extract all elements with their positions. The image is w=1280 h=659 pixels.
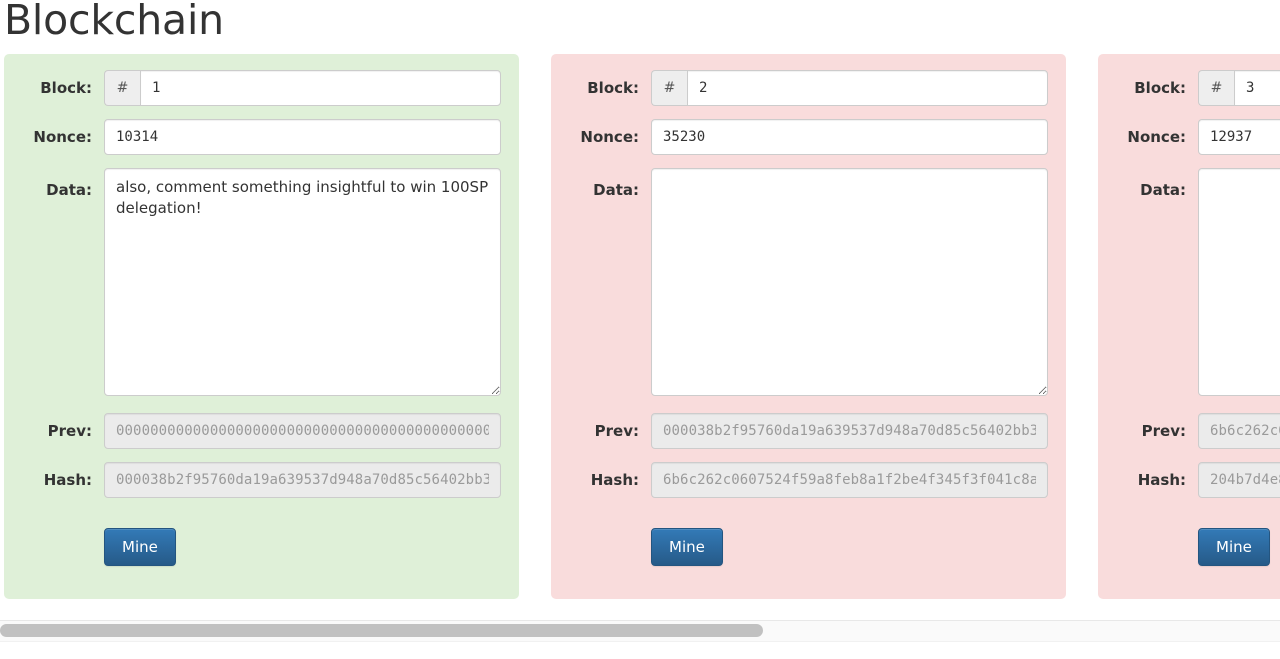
prev-hash-input[interactable]	[651, 413, 1048, 449]
data-textarea[interactable]	[651, 168, 1048, 396]
block-number-input-group: #	[1198, 70, 1280, 106]
prev-row: Prev:	[22, 413, 501, 449]
prev-label: Prev:	[1141, 422, 1186, 440]
block-number-input[interactable]	[687, 70, 1048, 106]
mine-row: Mine	[22, 511, 501, 566]
data-control	[1198, 168, 1280, 400]
hash-label: Hash:	[590, 471, 639, 489]
hash-sign-icon: #	[104, 70, 140, 106]
block-number-input-group: #	[651, 70, 1048, 106]
hash-row: Hash:	[1116, 462, 1280, 498]
mine-row: Mine	[1116, 511, 1280, 566]
hash-label: Hash:	[43, 471, 92, 489]
hash-control	[1198, 462, 1280, 498]
data-textarea[interactable]: also, comment something insightful to wi…	[104, 168, 501, 396]
data-row: Data: also, comment something insightful…	[22, 168, 501, 400]
chain-scroll-viewport: Block: # Nonce: Data:	[0, 54, 1280, 603]
mine-button[interactable]: Mine	[651, 528, 723, 566]
nonce-row: Nonce:	[1116, 119, 1280, 155]
hash-input[interactable]	[1198, 462, 1280, 498]
prev-label: Prev:	[594, 422, 639, 440]
nonce-input[interactable]	[104, 119, 501, 155]
data-textarea[interactable]	[1198, 168, 1280, 396]
prev-row: Prev:	[1116, 413, 1280, 449]
data-control	[651, 168, 1048, 400]
data-row: Data:	[569, 168, 1048, 400]
nonce-row: Nonce:	[22, 119, 501, 155]
data-row: Data:	[1116, 168, 1280, 400]
nonce-label: Nonce:	[580, 128, 639, 146]
mine-button[interactable]: Mine	[1198, 528, 1270, 566]
data-label: Data:	[593, 181, 639, 199]
nonce-label: Nonce:	[33, 128, 92, 146]
prev-control	[1198, 413, 1280, 449]
block-number-row: Block: #	[22, 70, 501, 106]
data-label: Data:	[46, 181, 92, 199]
horizontal-scrollbar-thumb[interactable]	[0, 624, 763, 637]
hash-row: Hash:	[569, 462, 1048, 498]
nonce-control	[651, 119, 1048, 155]
mine-spacer	[22, 511, 104, 519]
prev-hash-input[interactable]	[104, 413, 501, 449]
block-card: Block: # Nonce: Data:	[4, 54, 519, 599]
block-number-row: Block: #	[1116, 70, 1280, 106]
blockchain-page: Blockchain Block: # Nonce:	[0, 0, 1280, 659]
block-card: Block: # Nonce: Data:	[551, 54, 1066, 599]
prev-control	[104, 413, 501, 449]
prev-label: Prev:	[47, 422, 92, 440]
hash-sign-icon: #	[1198, 70, 1234, 106]
hash-row: Hash:	[22, 462, 501, 498]
mine-spacer	[1116, 511, 1198, 519]
mine-control: Mine	[104, 511, 501, 566]
hash-sign-icon: #	[651, 70, 687, 106]
hash-label: Hash:	[1137, 471, 1186, 489]
horizontal-scrollbar[interactable]	[0, 620, 1280, 642]
nonce-row: Nonce:	[569, 119, 1048, 155]
block-number-row: Block: #	[569, 70, 1048, 106]
block-number-input[interactable]	[140, 70, 501, 106]
mine-button[interactable]: Mine	[104, 528, 176, 566]
prev-control	[651, 413, 1048, 449]
block-number-control: #	[651, 70, 1048, 106]
hash-input[interactable]	[104, 462, 501, 498]
hash-control	[104, 462, 501, 498]
mine-spacer	[569, 511, 651, 519]
prev-hash-input[interactable]	[1198, 413, 1280, 449]
block-list: Block: # Nonce: Data:	[0, 54, 1280, 599]
block-number-control: #	[104, 70, 501, 106]
data-label: Data:	[1140, 181, 1186, 199]
nonce-control	[1198, 119, 1280, 155]
nonce-label: Nonce:	[1127, 128, 1186, 146]
block-number-input[interactable]	[1234, 70, 1280, 106]
hash-control	[651, 462, 1048, 498]
hash-input[interactable]	[651, 462, 1048, 498]
mine-control: Mine	[651, 511, 1048, 566]
mine-control: Mine	[1198, 511, 1280, 566]
prev-row: Prev:	[569, 413, 1048, 449]
mine-row: Mine	[569, 511, 1048, 566]
block-card: Block: # Nonce: Data:	[1098, 54, 1280, 599]
block-number-label: Block:	[40, 79, 92, 97]
block-number-control: #	[1198, 70, 1280, 106]
block-number-label: Block:	[1134, 79, 1186, 97]
block-number-label: Block:	[587, 79, 639, 97]
data-control: also, comment something insightful to wi…	[104, 168, 501, 400]
nonce-control	[104, 119, 501, 155]
page-title: Blockchain	[4, 0, 224, 44]
nonce-input[interactable]	[1198, 119, 1280, 155]
block-number-input-group: #	[104, 70, 501, 106]
nonce-input[interactable]	[651, 119, 1048, 155]
